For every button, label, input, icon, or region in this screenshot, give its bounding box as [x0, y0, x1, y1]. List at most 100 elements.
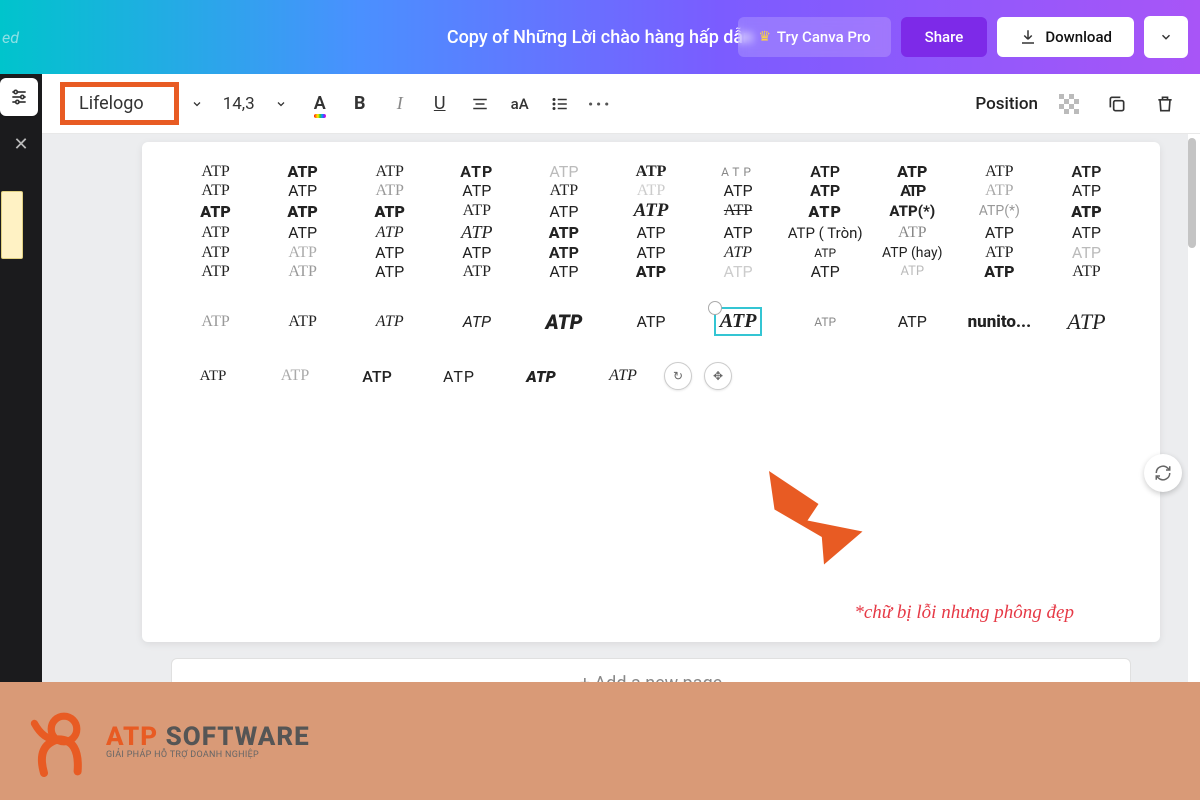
font-sample[interactable]: ATP ( Tròn): [782, 224, 869, 242]
font-sample[interactable]: ATP: [782, 315, 869, 329]
font-sample[interactable]: ATP: [607, 163, 694, 181]
font-sample[interactable]: ATP: [869, 181, 956, 200]
font-sample[interactable]: ATP: [346, 313, 433, 331]
font-sample[interactable]: ATP: [172, 313, 259, 331]
font-sample[interactable]: ATP: [582, 367, 664, 385]
font-size-value[interactable]: 14,3: [219, 94, 259, 114]
font-sample[interactable]: ATP: [695, 202, 782, 220]
more-options-button[interactable]: ···: [583, 87, 617, 121]
font-sample[interactable]: ATP: [520, 243, 607, 262]
font-sample[interactable]: ATP: [1043, 309, 1130, 335]
font-sample[interactable]: ATP: [607, 182, 694, 200]
position-button[interactable]: Position: [975, 94, 1038, 114]
adjustments-button[interactable]: [0, 78, 38, 116]
font-sample[interactable]: ATP: [520, 202, 607, 221]
font-sample[interactable]: ATP: [607, 243, 694, 262]
font-sample[interactable]: ATP: [346, 202, 433, 221]
font-sample[interactable]: ATP: [259, 313, 346, 331]
font-sample[interactable]: nunito...: [956, 312, 1043, 332]
text-color-button[interactable]: A: [303, 87, 337, 121]
font-sample[interactable]: ATP: [1043, 243, 1130, 262]
font-sample[interactable]: ATP(*): [956, 203, 1043, 219]
font-sample[interactable]: ATP: [956, 163, 1043, 181]
scrollbar-thumb[interactable]: [1188, 138, 1196, 248]
font-sample[interactable]: ATP: [782, 262, 869, 281]
font-sample[interactable]: ATP: [433, 181, 520, 200]
font-sample[interactable]: ATP: [172, 368, 254, 385]
font-sample[interactable]: ATP: [607, 223, 694, 242]
font-sample[interactable]: ATP: [869, 312, 956, 331]
download-options-button[interactable]: [1144, 16, 1188, 58]
font-sample[interactable]: ATP (hay): [869, 245, 956, 261]
font-sample[interactable]: ATP: [172, 263, 259, 281]
font-sample[interactable]: ATP: [607, 312, 694, 331]
delete-button[interactable]: [1148, 87, 1182, 121]
page-thumbnail[interactable]: [1, 191, 23, 259]
font-sample[interactable]: ATP: [433, 162, 520, 181]
font-sample[interactable]: ATP: [520, 223, 607, 242]
font-sample[interactable]: ATP: [336, 367, 418, 386]
font-sample[interactable]: ATP: [695, 181, 782, 200]
font-sample[interactable]: ATP: [1043, 162, 1130, 181]
font-sample[interactable]: ATP: [259, 202, 346, 221]
font-sample[interactable]: ATP: [956, 223, 1043, 242]
design-canvas[interactable]: ATPATPATPATPATPATPATPATPATPATPATPATPATPA…: [142, 142, 1160, 642]
font-sample[interactable]: ATP: [259, 263, 346, 281]
font-sample[interactable]: ATP: [259, 181, 346, 200]
download-button[interactable]: Download: [997, 17, 1134, 57]
font-sample[interactable]: ATP: [346, 243, 433, 262]
alignment-button[interactable]: [463, 87, 497, 121]
font-sample[interactable]: ATP: [1043, 223, 1130, 242]
font-sample[interactable]: ATP: [782, 162, 869, 181]
font-sample[interactable]: ATP: [1043, 202, 1130, 221]
font-sample[interactable]: ATP: [782, 246, 869, 260]
text-case-button[interactable]: aA: [503, 87, 537, 121]
font-family-selector[interactable]: Lifelogo: [60, 82, 179, 125]
italic-button[interactable]: I: [383, 87, 417, 121]
font-family-dropdown[interactable]: [181, 98, 213, 110]
font-sample[interactable]: ATP: [607, 262, 694, 281]
font-sample[interactable]: ATP: [782, 181, 869, 200]
try-pro-button[interactable]: ♛ Try Canva Pro: [738, 17, 890, 57]
font-size-dropdown[interactable]: [265, 98, 297, 110]
close-panel-button[interactable]: ✕: [13, 134, 28, 155]
font-sample[interactable]: ATP: [520, 262, 607, 281]
font-sample[interactable]: ATP: [695, 244, 782, 262]
font-sample[interactable]: ATP: [259, 162, 346, 181]
font-sample[interactable]: ATP: [782, 202, 869, 221]
duplicate-button[interactable]: [1100, 87, 1134, 121]
font-sample[interactable]: ATP: [520, 162, 607, 181]
font-sample[interactable]: ATP: [869, 162, 956, 181]
document-title[interactable]: Copy of Những Lời chào hàng hấp dẫn: [447, 27, 753, 48]
move-handle[interactable]: ✥: [704, 362, 732, 390]
font-sample-selected[interactable]: ATP: [695, 307, 782, 336]
font-sample[interactable]: ATP: [433, 243, 520, 262]
bold-button[interactable]: B: [343, 87, 377, 121]
font-sample[interactable]: ATP: [695, 262, 782, 281]
font-sample[interactable]: ATP: [607, 200, 694, 222]
refresh-button[interactable]: [1144, 454, 1182, 492]
rotate-handle[interactable]: ↻: [664, 362, 692, 390]
font-sample[interactable]: ATP: [172, 224, 259, 242]
font-sample[interactable]: ATP: [433, 263, 520, 281]
font-sample[interactable]: ATP: [172, 244, 259, 262]
font-sample[interactable]: ATP: [346, 224, 433, 242]
font-sample[interactable]: ATP: [433, 222, 520, 243]
font-sample[interactable]: ATP: [956, 182, 1043, 200]
font-sample[interactable]: ATP: [172, 163, 259, 181]
underline-button[interactable]: U: [423, 87, 457, 121]
font-sample[interactable]: ATP: [695, 223, 782, 242]
font-sample[interactable]: ATP: [259, 244, 346, 262]
font-sample[interactable]: ATP: [1043, 263, 1130, 281]
vertical-scrollbar[interactable]: [1188, 134, 1198, 594]
share-button[interactable]: Share: [901, 17, 988, 57]
font-sample[interactable]: ATP: [172, 182, 259, 200]
font-sample[interactable]: ATP: [346, 182, 433, 200]
font-sample[interactable]: ATP: [346, 163, 433, 181]
font-sample[interactable]: ATP(*): [869, 202, 956, 220]
font-sample[interactable]: ATP: [172, 202, 259, 221]
font-sample[interactable]: ATP: [520, 182, 607, 200]
font-sample[interactable]: ATP: [695, 165, 782, 179]
font-sample[interactable]: ATP: [259, 223, 346, 242]
font-sample[interactable]: ATP: [433, 202, 520, 220]
